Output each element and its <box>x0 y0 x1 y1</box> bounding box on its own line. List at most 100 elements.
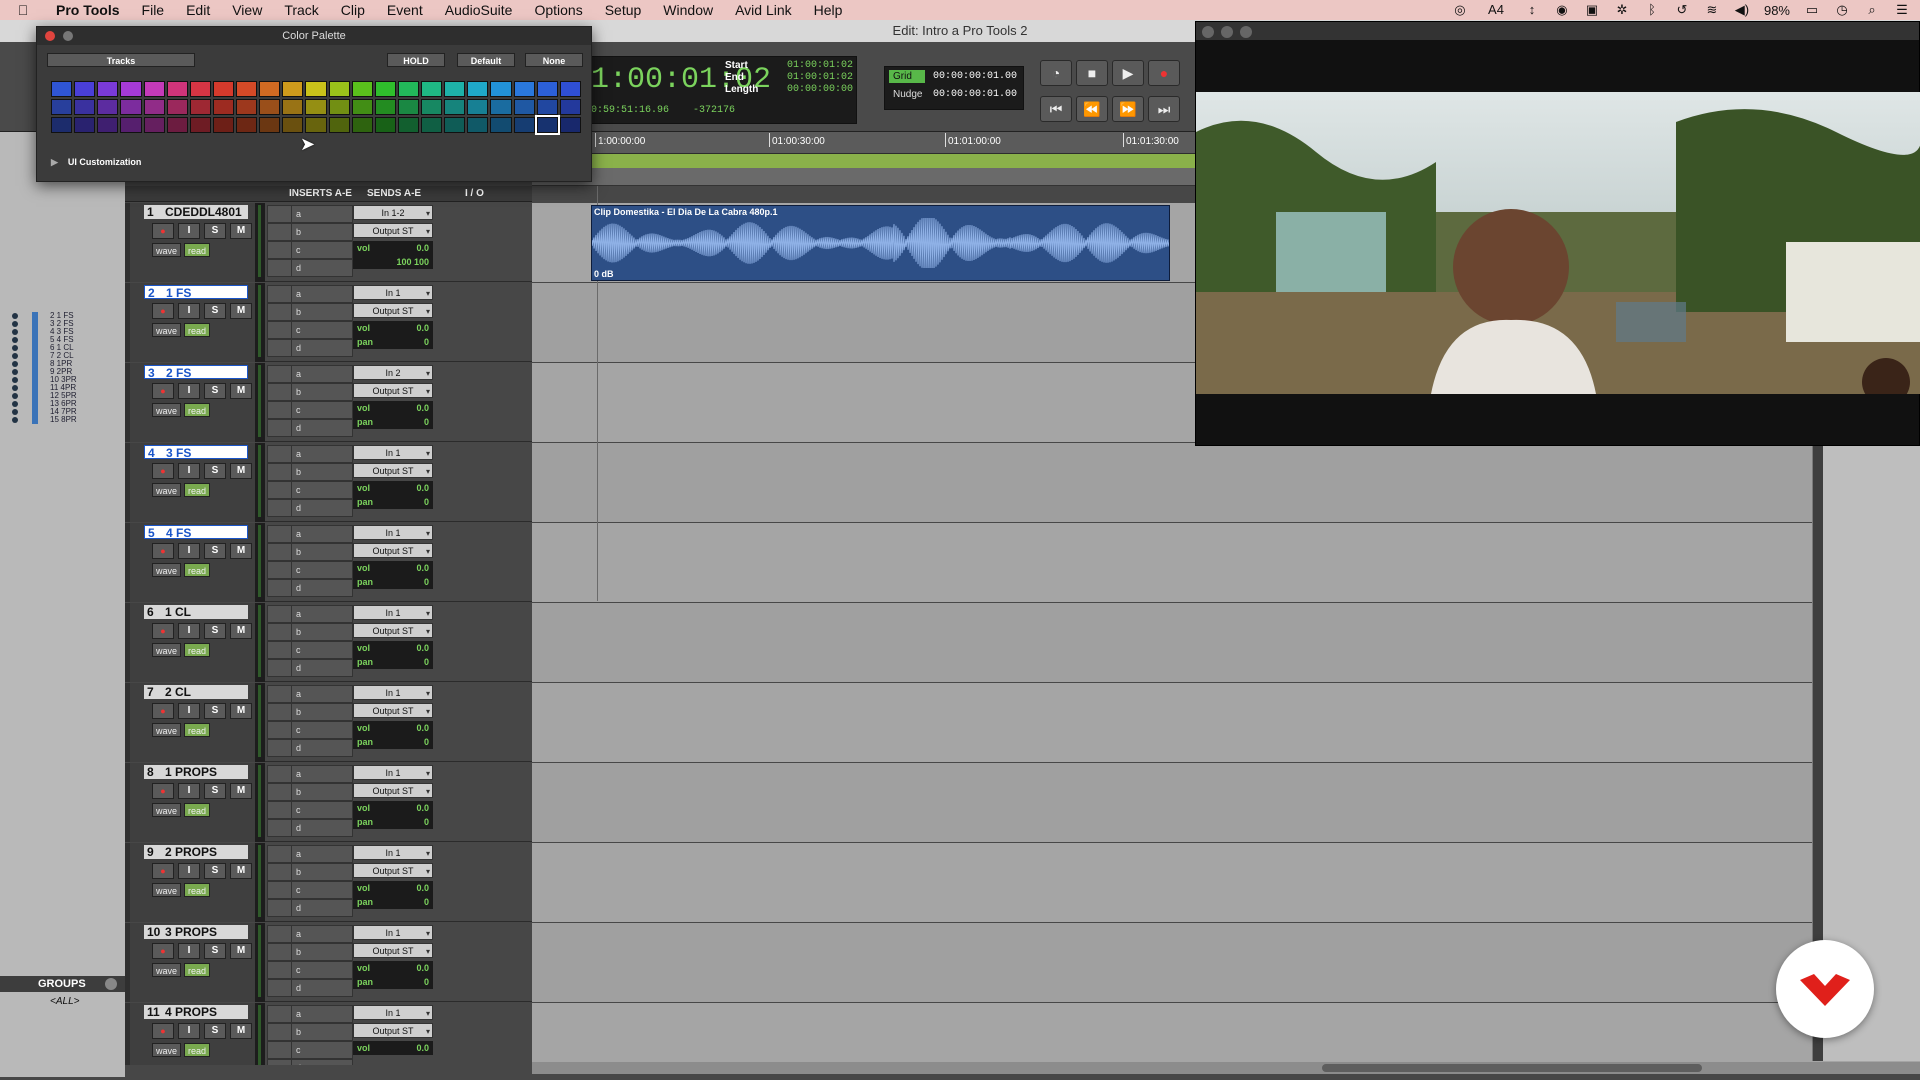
input-selector[interactable]: In 1 <box>353 445 433 461</box>
track-name[interactable]: 5 4 FS <box>144 525 248 539</box>
track-visibility-icon[interactable] <box>12 385 18 391</box>
send-slot[interactable]: c <box>291 1041 353 1059</box>
video-minimize-icon[interactable] <box>1221 26 1233 38</box>
solo-button[interactable]: S <box>204 383 226 399</box>
pan-control[interactable]: pan 0 <box>353 495 433 509</box>
color-swatch[interactable] <box>351 81 373 97</box>
track-view-selector[interactable]: wave <box>152 403 182 417</box>
palette-close-icon[interactable] <box>45 31 55 41</box>
track-row[interactable]: 43 FS●ISMwavereadabcdIn 1Output STvol0.0… <box>125 443 1920 522</box>
color-swatch[interactable] <box>120 117 142 133</box>
track-view-selector[interactable]: wave <box>152 243 182 257</box>
color-swatch[interactable] <box>143 99 165 115</box>
volume-control[interactable]: vol 0.0 <box>353 401 433 415</box>
search-icon[interactable]: ⌕ <box>1864 2 1880 18</box>
output-selector[interactable]: Output ST <box>353 1023 433 1039</box>
output-selector[interactable]: Output ST <box>353 943 433 959</box>
track-row[interactable]: 81 PROPS●ISMwavereadabcdIn 1Output STvol… <box>125 763 1920 842</box>
color-swatch[interactable] <box>374 99 396 115</box>
menu-app[interactable]: Pro Tools <box>46 2 132 18</box>
color-swatch[interactable] <box>166 81 188 97</box>
palette-target-select[interactable]: Tracks <box>47 53 195 67</box>
automation-mode-selector[interactable]: read <box>184 243 211 257</box>
color-swatch[interactable] <box>166 99 188 115</box>
time-machine-icon[interactable]: ↺ <box>1674 2 1690 18</box>
menu-view[interactable]: View <box>222 2 274 18</box>
color-swatch[interactable] <box>120 99 142 115</box>
volume-control[interactable]: vol 0.0 <box>353 961 433 975</box>
none-button[interactable]: None <box>525 53 583 67</box>
input-monitor-button[interactable]: I <box>178 863 200 879</box>
record-enable-button[interactable]: ● <box>152 863 174 879</box>
io-header[interactable]: I / O <box>465 188 484 199</box>
send-slot[interactable]: c <box>291 961 353 979</box>
send-slot[interactable]: b <box>291 783 353 801</box>
color-swatch[interactable] <box>51 99 73 115</box>
track-name[interactable]: 1 CDEDDL4801 <box>144 205 248 219</box>
record-enable-button[interactable]: ● <box>152 623 174 639</box>
nudge-value[interactable]: 00:00:00:01.00 <box>933 89 1017 100</box>
color-swatch[interactable] <box>559 99 581 115</box>
send-slot[interactable]: d <box>291 899 353 917</box>
mute-button[interactable]: M <box>230 223 252 239</box>
output-selector[interactable]: Output ST <box>353 623 433 639</box>
color-swatch[interactable] <box>374 117 396 133</box>
return-to-zero-button[interactable]: ⏮ <box>1040 96 1072 122</box>
color-swatch[interactable] <box>467 81 489 97</box>
color-swatch[interactable] <box>51 81 73 97</box>
volume-control[interactable]: vol 0.0 <box>353 801 433 815</box>
sends-header[interactable]: SENDS A-E <box>367 188 421 199</box>
hold-button[interactable]: HOLD <box>387 53 445 67</box>
solo-button[interactable]: S <box>204 783 226 799</box>
track-header[interactable]: 61 CL ● I S Mwave read <box>125 603 255 682</box>
color-swatch[interactable] <box>328 99 350 115</box>
color-swatch[interactable] <box>397 99 420 115</box>
record-enable-button[interactable]: ● <box>152 1023 174 1039</box>
send-slot[interactable]: d <box>291 499 353 517</box>
input-monitor-button[interactable]: I <box>178 223 200 239</box>
color-swatch[interactable] <box>74 99 96 115</box>
video-window[interactable] <box>1195 21 1920 446</box>
track-playlist-lane[interactable] <box>532 923 1920 1002</box>
input-selector[interactable]: In 1 <box>353 605 433 621</box>
horizontal-scrollbar[interactable] <box>532 1062 1920 1074</box>
default-button[interactable]: Default <box>457 53 515 67</box>
fast-forward-button[interactable]: ⏩ <box>1112 96 1144 122</box>
color-swatch[interactable] <box>282 117 304 133</box>
pan-control[interactable]: pan 0 <box>353 655 433 669</box>
track-playlist-lane[interactable] <box>532 523 1920 602</box>
send-slot[interactable]: d <box>291 419 353 437</box>
send-slot[interactable]: a <box>291 445 353 463</box>
mute-button[interactable]: M <box>230 383 252 399</box>
color-swatch[interactable] <box>513 81 535 97</box>
record-enable-button[interactable]: ● <box>152 303 174 319</box>
track-name[interactable]: 10 3 PROPS <box>144 925 248 939</box>
groups-menu-icon[interactable] <box>105 978 117 990</box>
send-slot[interactable]: c <box>291 321 353 339</box>
color-swatch[interactable] <box>513 99 535 115</box>
send-slot[interactable]: c <box>291 401 353 419</box>
color-swatch[interactable] <box>444 99 466 115</box>
track-header[interactable]: 92 PROPS ● I S Mwave read <box>125 843 255 922</box>
send-slot[interactable]: b <box>291 623 353 641</box>
mute-button[interactable]: M <box>230 623 252 639</box>
color-swatch[interactable] <box>305 117 327 133</box>
send-slot[interactable]: a <box>291 685 353 703</box>
track-header[interactable]: 1 CDEDDL4801 ● I S Mwave read <box>125 203 255 282</box>
send-slot[interactable]: a <box>291 525 353 543</box>
color-swatch[interactable] <box>534 115 560 135</box>
input-monitor-button[interactable]: I <box>178 783 200 799</box>
scrollbar-thumb[interactable] <box>1322 1064 1702 1072</box>
automation-mode-selector[interactable]: read <box>184 963 211 977</box>
track-view-selector[interactable]: wave <box>152 563 182 577</box>
send-slot[interactable]: d <box>291 739 353 757</box>
track-visibility-icon[interactable] <box>12 369 18 375</box>
track-header[interactable]: 32 FS ● I S Mwave read <box>125 363 255 442</box>
menu-options[interactable]: Options <box>524 2 594 18</box>
solo-button[interactable]: S <box>204 223 226 239</box>
color-swatch[interactable] <box>374 81 396 97</box>
track-row[interactable]: 114 PROPS●ISMwavereadabcdIn 1Output STvo… <box>125 1003 1920 1065</box>
volume-control[interactable]: vol 0.0 <box>353 1041 433 1055</box>
color-swatch[interactable] <box>97 81 119 97</box>
send-slot[interactable]: c <box>291 641 353 659</box>
